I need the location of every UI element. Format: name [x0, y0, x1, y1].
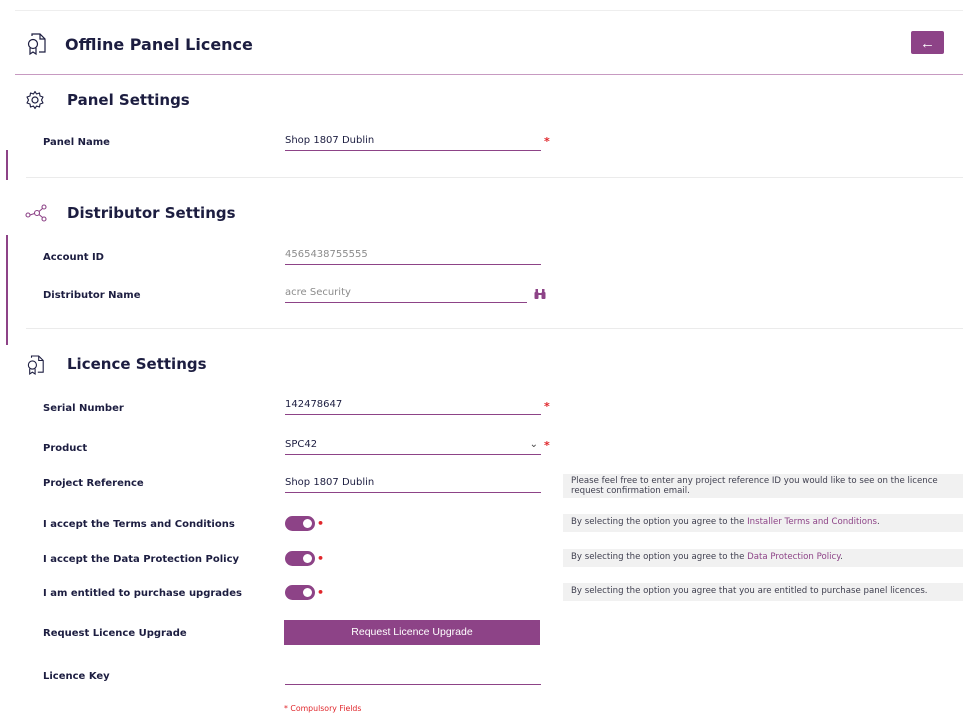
- terms-toggle[interactable]: [285, 516, 315, 531]
- data-protection-label: I accept the Data Protection Policy: [43, 554, 240, 565]
- upgrades-toggle[interactable]: [285, 585, 315, 600]
- section-title-panel-settings: Panel Settings: [67, 91, 190, 109]
- page-title: Offline Panel Licence: [65, 35, 253, 54]
- product-label: Product: [43, 443, 88, 454]
- toggle-knob: [303, 554, 312, 563]
- product-select[interactable]: SPC42 ⌄: [285, 438, 541, 455]
- chevron-down-icon[interactable]: ⌄: [530, 438, 538, 452]
- panel-name-label: Panel Name: [43, 137, 110, 148]
- left-accent-bar: [6, 150, 8, 180]
- serial-number-label: Serial Number: [43, 403, 124, 414]
- required-marker: *: [544, 439, 550, 452]
- terms-label: I accept the Terms and Conditions: [43, 519, 235, 530]
- section-title-licence-settings: Licence Settings: [67, 355, 207, 373]
- back-button[interactable]: ←: [911, 31, 944, 54]
- section-divider: [26, 328, 963, 329]
- gear-icon: [26, 90, 44, 110]
- upgrades-label: I am entitled to purchase upgrades: [43, 588, 242, 599]
- offline-panel-licence-page: Offline Panel Licence ← Panel Settings P…: [0, 0, 963, 722]
- required-marker: *: [544, 135, 550, 148]
- compulsory-fields-note: * Compulsory Fields: [284, 704, 362, 713]
- product-selected-value: SPC42: [285, 439, 318, 450]
- request-upgrade-label: Request Licence Upgrade: [43, 628, 187, 639]
- certificate-icon: [27, 33, 46, 56]
- required-dot: •: [317, 552, 325, 565]
- toggle-knob: [303, 588, 312, 597]
- left-accent-bar: [6, 235, 8, 345]
- page-header: Offline Panel Licence ←: [15, 28, 963, 75]
- top-divider: [15, 10, 963, 11]
- licence-key-field[interactable]: [285, 668, 541, 685]
- required-dot: •: [317, 517, 325, 530]
- account-id-label: Account ID: [43, 252, 104, 263]
- required-marker: *: [544, 400, 550, 413]
- toggle-knob: [303, 519, 312, 528]
- terms-help-suffix: .: [876, 517, 880, 527]
- section-divider: [26, 177, 963, 178]
- terms-help: By selecting the option you agree to the…: [563, 514, 963, 532]
- required-dot: •: [317, 586, 325, 599]
- project-reference-help: Please feel free to enter any project re…: [563, 474, 963, 498]
- licence-key-label: Licence Key: [43, 671, 110, 682]
- terms-link[interactable]: Installer Terms and Conditions: [747, 517, 877, 527]
- project-reference-field[interactable]: Shop 1807 Dublin: [285, 476, 541, 493]
- distributor-name-label: Distributor Name: [43, 290, 141, 301]
- panel-name-field[interactable]: Shop 1807 Dublin: [285, 134, 541, 151]
- data-protection-help-suffix: .: [840, 552, 843, 562]
- data-protection-toggle[interactable]: [285, 551, 315, 566]
- data-protection-help-text: By selecting the option you agree to the: [571, 552, 748, 562]
- serial-number-field[interactable]: 142478647: [285, 398, 541, 415]
- upgrades-help: By selecting the option you agree that y…: [563, 583, 963, 601]
- data-protection-help: By selecting the option you agree to the…: [563, 549, 963, 567]
- certificate-icon: [27, 355, 44, 376]
- terms-help-text: By selecting the option you agree to the: [571, 517, 748, 527]
- project-reference-label: Project Reference: [43, 478, 144, 489]
- binoculars-icon[interactable]: [534, 289, 546, 299]
- data-protection-link[interactable]: Data Protection Policy: [747, 552, 840, 562]
- section-title-distributor-settings: Distributor Settings: [67, 204, 236, 222]
- network-nodes-icon: [25, 204, 47, 222]
- request-licence-upgrade-button[interactable]: Request Licence Upgrade: [284, 620, 540, 645]
- account-id-field: 4565438755555: [285, 248, 541, 265]
- distributor-name-field: acre Security: [285, 286, 527, 303]
